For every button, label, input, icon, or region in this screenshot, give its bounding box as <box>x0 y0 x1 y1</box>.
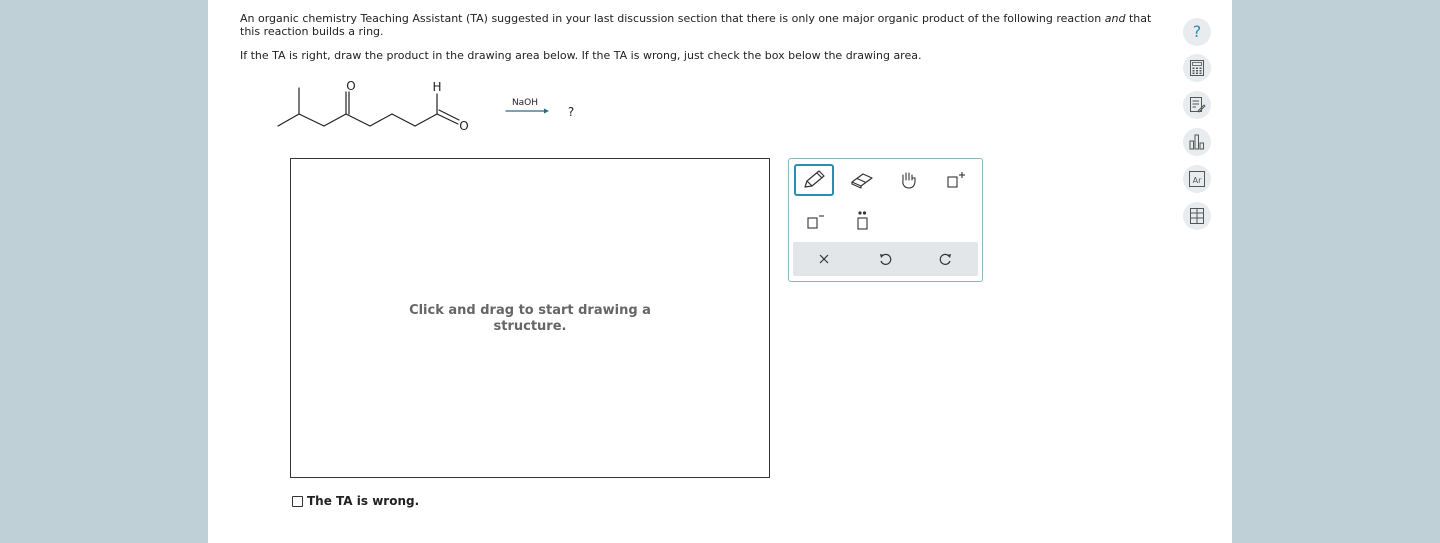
drawing-canvas[interactable]: Click and drag to start drawing a struct… <box>290 158 770 478</box>
periodic-table-icon: Ar <box>1189 171 1205 187</box>
help-icon: ? <box>1192 22 1202 41</box>
ta-wrong-checkbox[interactable] <box>292 495 303 507</box>
calculator-button[interactable] <box>1183 54 1211 82</box>
positive-charge-icon <box>947 172 965 188</box>
lone-pair-icon <box>857 211 868 230</box>
hand-tool-button[interactable] <box>889 164 929 196</box>
negative-charge-icon <box>807 215 824 229</box>
notes-icon <box>1190 97 1206 113</box>
pencil-tool-button[interactable] <box>794 164 834 196</box>
chart-button[interactable] <box>1183 128 1211 156</box>
data-table-icon <box>1190 208 1204 224</box>
lone-pair-tool-button[interactable] <box>842 205 882 237</box>
eraser-icon <box>851 173 873 189</box>
pencil-icon <box>804 170 825 188</box>
question-panel: An organic chemistry Teaching Assistant … <box>208 0 1232 543</box>
help-button[interactable]: ? <box>1183 18 1211 46</box>
canvas-hint-line2: structure. <box>493 319 567 334</box>
canvas-hint: Click and drag to start drawing a struct… <box>291 303 769 335</box>
periodic-table-button[interactable]: Ar <box>1183 165 1211 193</box>
ta-wrong-label: The TA is wrong. <box>307 494 420 508</box>
undo-icon <box>880 253 892 265</box>
eraser-tool-button[interactable] <box>842 164 882 196</box>
clear-button[interactable] <box>807 244 841 274</box>
minus-charge-tool-button[interactable] <box>794 205 834 237</box>
product-placeholder: ? <box>568 105 574 119</box>
redo-icon <box>939 253 951 265</box>
tool-actions-bar <box>793 242 978 276</box>
ta-wrong-checkbox-row[interactable]: The TA is wrong. <box>292 494 419 508</box>
undo-button[interactable] <box>868 244 902 274</box>
atom-label-o2: O <box>459 119 468 133</box>
canvas-hint-line1: Click and drag to start drawing a <box>409 303 651 318</box>
svg-text:Ar: Ar <box>1193 176 1202 185</box>
arrow-head <box>544 108 549 114</box>
tool-palette <box>788 158 983 282</box>
bar-chart-icon <box>1189 134 1204 150</box>
add-charge-tool-button[interactable] <box>936 164 976 196</box>
redo-button[interactable] <box>929 244 963 274</box>
notes-button[interactable] <box>1183 91 1211 119</box>
reagent-label: NaOH <box>512 98 538 108</box>
calculator-icon <box>1190 60 1204 76</box>
reaction-scheme: O H O NaOH ? <box>272 74 612 140</box>
question-text-part1: An organic chemistry Teaching Assistant … <box>240 12 1105 25</box>
atom-label-o1: O <box>346 79 355 93</box>
reactant-structure: O H O NaOH ? <box>277 79 574 133</box>
instructions-text: If the TA is right, draw the product in … <box>240 49 922 62</box>
question-text-emphasis: and <box>1104 12 1126 25</box>
close-icon <box>819 254 829 264</box>
atom-label-h: H <box>432 80 441 94</box>
data-table-button[interactable] <box>1183 202 1211 230</box>
question-text: An organic chemistry Teaching Assistant … <box>240 12 1155 38</box>
hand-icon <box>902 172 916 189</box>
